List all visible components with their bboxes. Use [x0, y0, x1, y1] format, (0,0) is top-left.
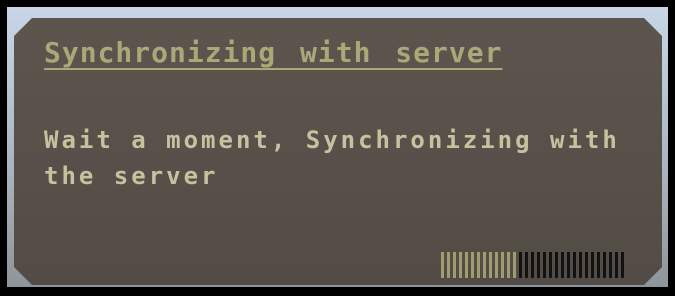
- progress-segment-empty: [585, 252, 588, 278]
- progress-segment-empty: [597, 252, 600, 278]
- progress-segment-empty: [567, 252, 570, 278]
- progress-segment-empty: [561, 252, 564, 278]
- progress-segment-filled: [507, 252, 510, 278]
- dialog-message: Wait a moment, Synchronizing with the se…: [44, 126, 620, 190]
- progress-segment-empty: [591, 252, 594, 278]
- progress-segment-empty: [525, 252, 528, 278]
- progress-segment-empty: [609, 252, 612, 278]
- progress-segment-filled: [441, 252, 444, 278]
- progress-segment-filled: [465, 252, 468, 278]
- dialog-title: Synchronizing with server: [44, 36, 503, 69]
- progress-segment-empty: [615, 252, 618, 278]
- sync-progress-bar: [441, 252, 624, 278]
- progress-segment-filled: [501, 252, 504, 278]
- progress-segment-filled: [477, 252, 480, 278]
- progress-segment-filled: [447, 252, 450, 278]
- progress-segment-empty: [579, 252, 582, 278]
- progress-segment-empty: [531, 252, 534, 278]
- progress-segment-filled: [453, 252, 456, 278]
- progress-segment-filled: [459, 252, 462, 278]
- progress-segment-empty: [519, 252, 522, 278]
- progress-segment-filled: [513, 252, 516, 278]
- progress-segment-empty: [537, 252, 540, 278]
- progress-segment-filled: [495, 252, 498, 278]
- progress-segment-empty: [549, 252, 552, 278]
- progress-segment-empty: [543, 252, 546, 278]
- progress-segment-empty: [573, 252, 576, 278]
- sync-dialog: Synchronizing with server Wait a moment,…: [14, 18, 662, 285]
- progress-segment-empty: [555, 252, 558, 278]
- progress-segment-empty: [621, 252, 624, 278]
- progress-segment-filled: [471, 252, 474, 278]
- progress-segment-filled: [483, 252, 486, 278]
- progress-segment-filled: [489, 252, 492, 278]
- progress-segment-empty: [603, 252, 606, 278]
- screen: { "dialog": { "title": "Synchronizing wi…: [0, 0, 675, 296]
